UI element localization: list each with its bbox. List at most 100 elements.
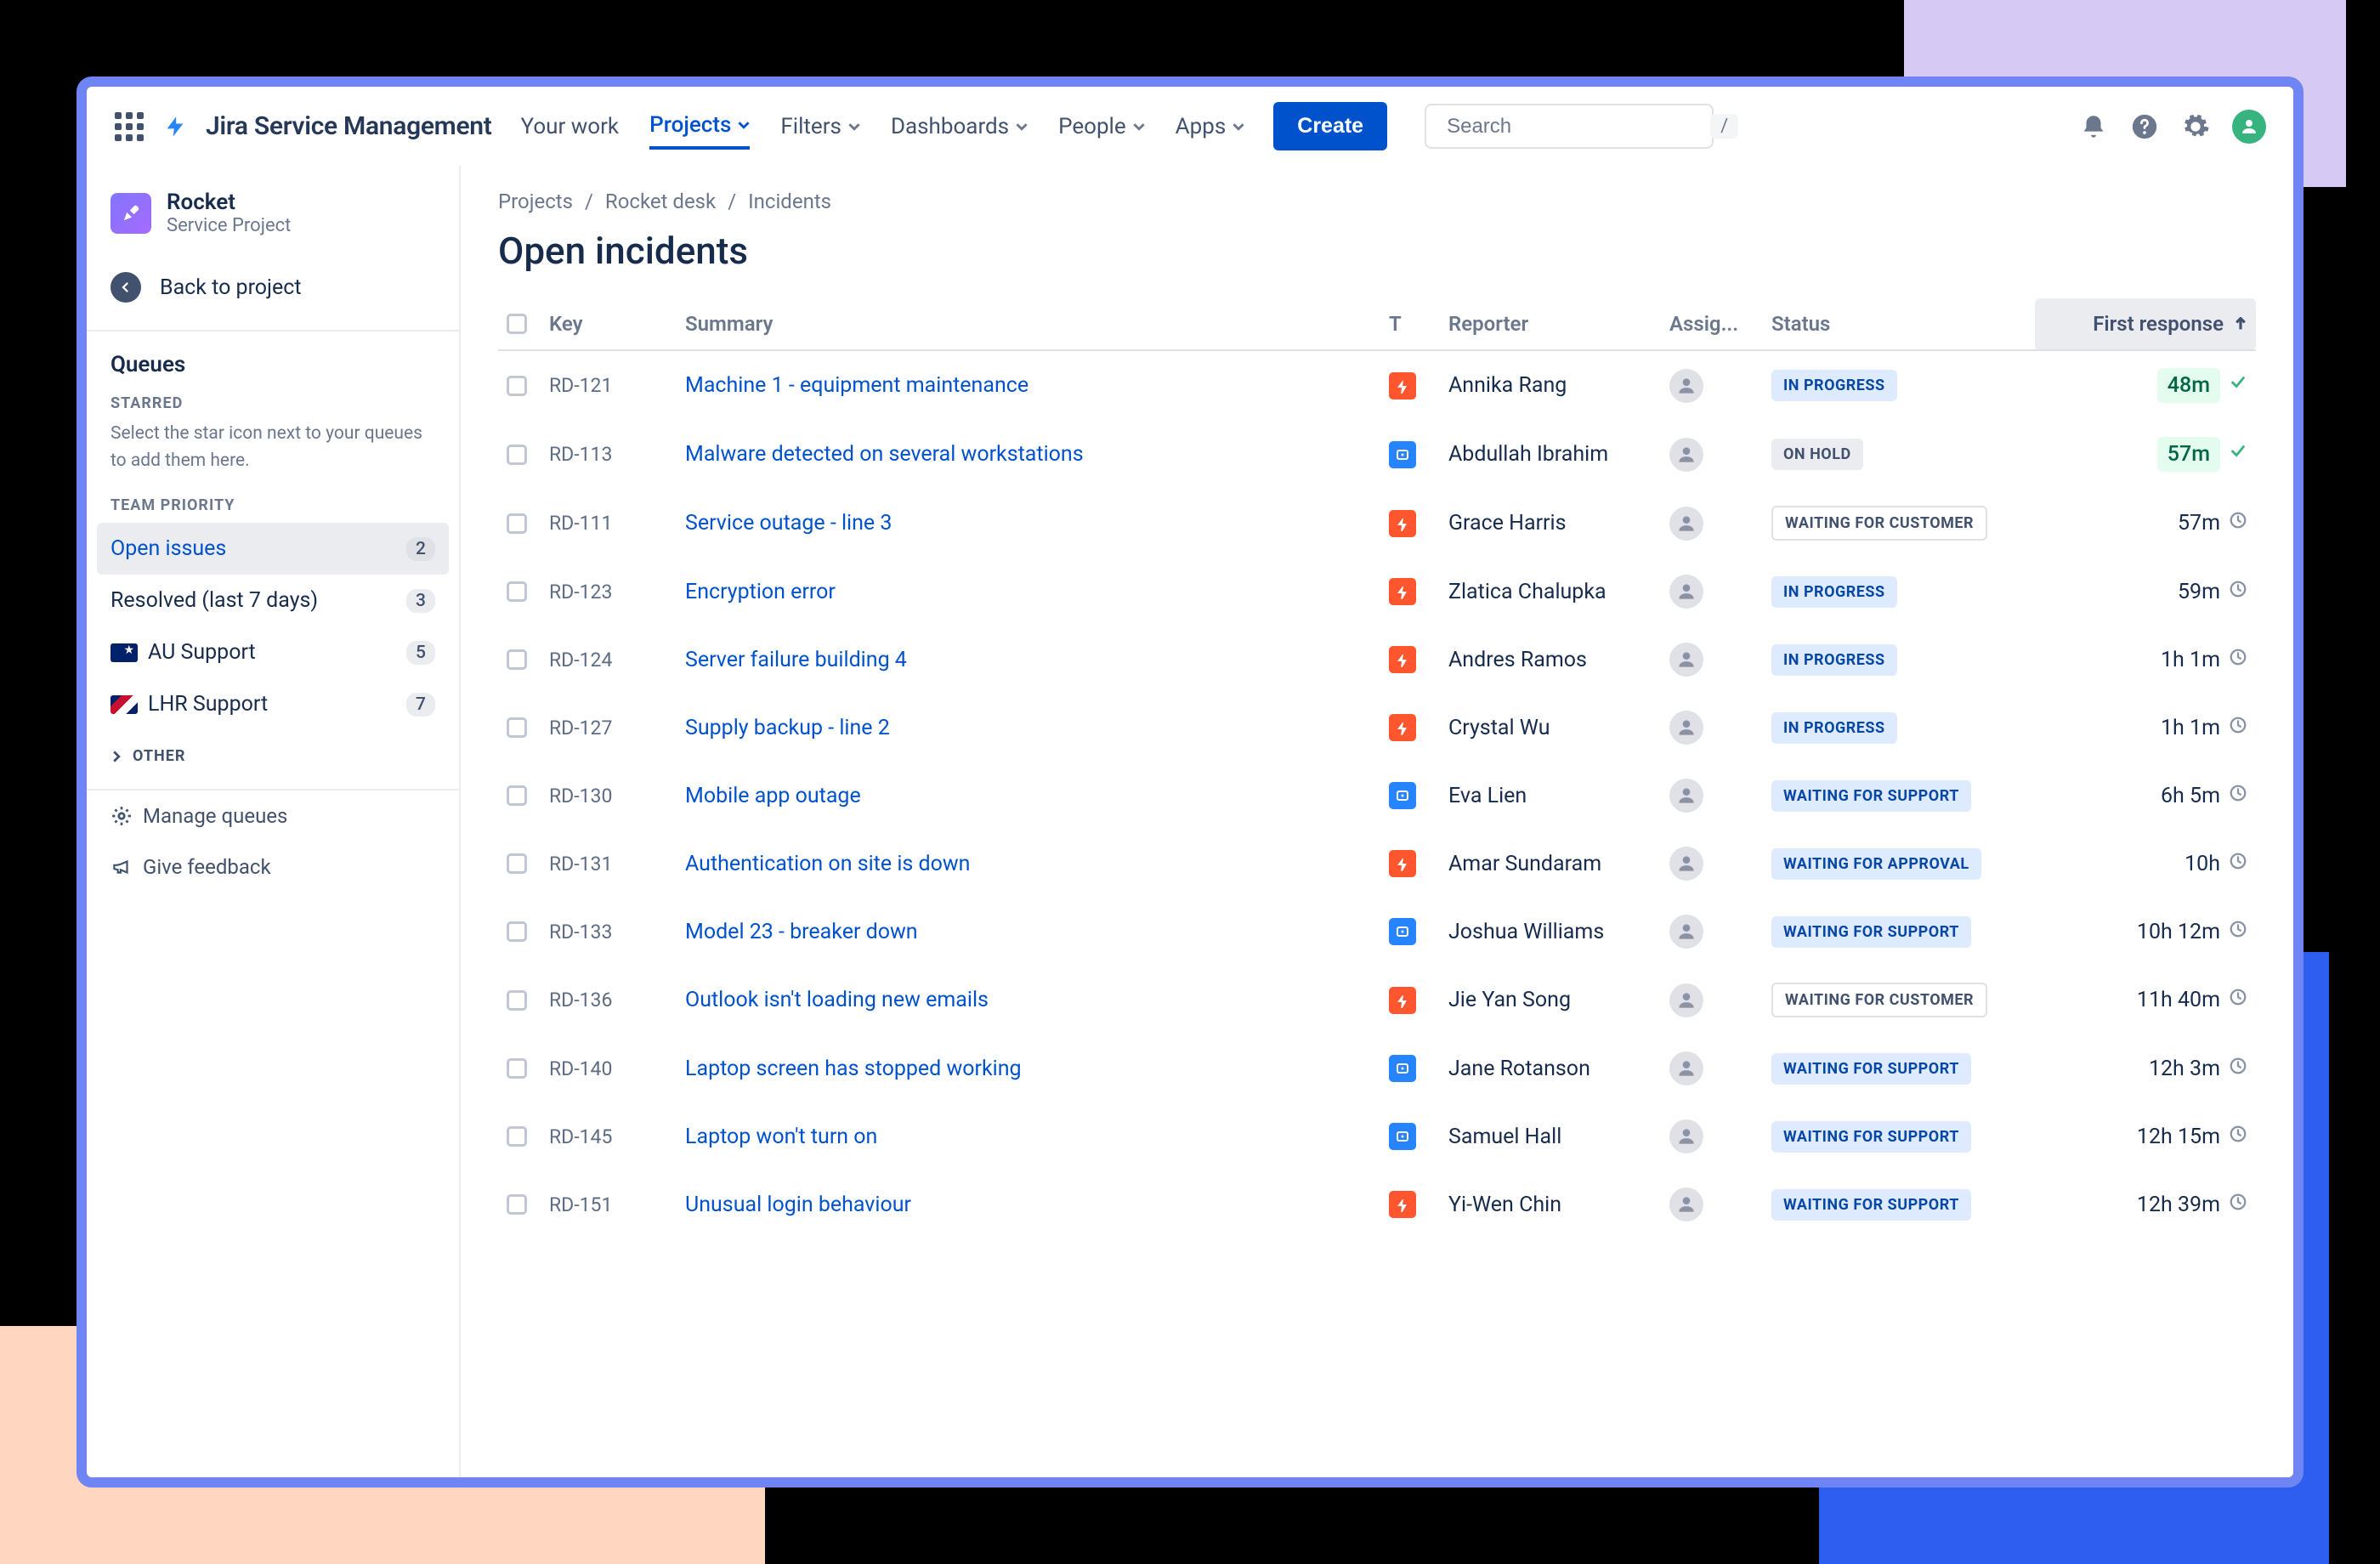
give-feedback[interactable]: Give feedback (87, 842, 459, 892)
status-badge[interactable]: WAITING FOR CUSTOMER (1771, 983, 1987, 1017)
notifications-icon[interactable] (2079, 112, 2108, 141)
issue-summary[interactable]: Laptop won't turn on (685, 1125, 877, 1149)
row-checkbox[interactable] (507, 1194, 527, 1215)
issue-summary[interactable]: Supply backup - line 2 (685, 716, 890, 740)
nav-projects[interactable]: Projects (649, 104, 750, 150)
assignee-avatar[interactable] (1669, 847, 1703, 881)
row-checkbox[interactable] (507, 990, 527, 1011)
status-badge[interactable]: WAITING FOR SUPPORT (1771, 916, 1971, 948)
status-badge[interactable]: WAITING FOR SUPPORT (1771, 1121, 1971, 1153)
issue-summary[interactable]: Mobile app outage (685, 784, 861, 808)
issue-key[interactable]: RD-124 (541, 626, 677, 694)
row-checkbox[interactable] (507, 513, 527, 534)
assignee-avatar[interactable] (1669, 983, 1703, 1017)
assignee-avatar[interactable] (1669, 711, 1703, 745)
nav-your-work[interactable]: Your work (521, 105, 620, 148)
issue-summary[interactable]: Encryption error (685, 580, 836, 604)
search-input[interactable] (1447, 115, 1710, 139)
rocket-icon (110, 193, 151, 234)
issue-key[interactable]: RD-133 (541, 898, 677, 966)
assignee-avatar[interactable] (1669, 1119, 1703, 1153)
issue-summary[interactable]: Unusual login behaviour (685, 1193, 911, 1217)
help-icon[interactable] (2130, 112, 2159, 141)
other-section[interactable]: OTHER (87, 730, 459, 782)
crumb-projects[interactable]: Projects (498, 190, 573, 213)
nav-apps[interactable]: Apps (1176, 105, 1245, 148)
issue-key[interactable]: RD-131 (541, 830, 677, 898)
row-checkbox[interactable] (507, 1126, 527, 1147)
assignee-avatar[interactable] (1669, 1051, 1703, 1085)
row-checkbox[interactable] (507, 853, 527, 874)
row-checkbox[interactable] (507, 785, 527, 806)
col-first-response[interactable]: First response (2035, 298, 2256, 350)
assignee-avatar[interactable] (1669, 1187, 1703, 1221)
issue-summary[interactable]: Laptop screen has stopped working (685, 1057, 1022, 1081)
issue-summary[interactable]: Server failure building 4 (685, 648, 907, 672)
row-checkbox[interactable] (507, 581, 527, 602)
search-box[interactable]: / (1425, 104, 1714, 149)
project-header[interactable]: Rocket Service Project (87, 190, 459, 257)
col-reporter[interactable]: Reporter (1440, 298, 1661, 350)
col-type[interactable]: T (1380, 298, 1440, 350)
issue-summary[interactable]: Authentication on site is down (685, 852, 970, 876)
issue-key[interactable]: RD-113 (541, 420, 677, 489)
app-switcher-icon[interactable] (114, 111, 144, 142)
manage-queues[interactable]: Manage queues (87, 790, 459, 842)
row-checkbox[interactable] (507, 376, 527, 396)
col-assignee[interactable]: Assig... (1661, 298, 1763, 350)
assignee-avatar[interactable] (1669, 369, 1703, 403)
row-checkbox[interactable] (507, 649, 527, 670)
status-badge[interactable]: IN PROGRESS (1771, 712, 1897, 744)
row-checkbox[interactable] (507, 921, 527, 942)
assignee-avatar[interactable] (1669, 438, 1703, 472)
col-summary[interactable]: Summary (677, 298, 1380, 350)
issue-key[interactable]: RD-145 (541, 1102, 677, 1170)
crumb-incidents[interactable]: Incidents (748, 190, 831, 213)
issue-key[interactable]: RD-121 (541, 350, 677, 420)
issue-key[interactable]: RD-123 (541, 558, 677, 626)
assignee-avatar[interactable] (1669, 507, 1703, 541)
select-all-checkbox[interactable] (507, 314, 527, 334)
assignee-avatar[interactable] (1669, 575, 1703, 609)
status-badge[interactable]: IN PROGRESS (1771, 644, 1897, 676)
nav-dashboards[interactable]: Dashboards (891, 105, 1028, 148)
nav-people[interactable]: People (1058, 105, 1145, 148)
issue-summary[interactable]: Malware detected on several workstations (685, 442, 1084, 467)
back-to-project[interactable]: Back to project (87, 257, 459, 326)
col-status[interactable]: Status (1763, 298, 2035, 350)
status-badge[interactable]: WAITING FOR SUPPORT (1771, 1053, 1971, 1085)
status-badge[interactable]: WAITING FOR CUSTOMER (1771, 506, 1987, 541)
status-badge[interactable]: WAITING FOR APPROVAL (1771, 848, 1981, 880)
issue-key[interactable]: RD-136 (541, 966, 677, 1034)
create-button[interactable]: Create (1273, 102, 1387, 150)
issue-summary[interactable]: Model 23 - breaker down (685, 920, 918, 944)
status-badge[interactable]: WAITING FOR SUPPORT (1771, 780, 1971, 812)
issue-summary[interactable]: Machine 1 - equipment maintenance (685, 373, 1028, 398)
queue-item[interactable]: LHR Support 7 (87, 678, 459, 730)
status-badge[interactable]: IN PROGRESS (1771, 576, 1897, 608)
row-checkbox[interactable] (507, 445, 527, 465)
status-badge[interactable]: WAITING FOR SUPPORT (1771, 1189, 1971, 1221)
row-checkbox[interactable] (507, 1058, 527, 1079)
issue-key[interactable]: RD-140 (541, 1034, 677, 1102)
issue-key[interactable]: RD-151 (541, 1170, 677, 1238)
settings-icon[interactable] (2181, 112, 2210, 141)
col-key[interactable]: Key (541, 298, 677, 350)
queue-item[interactable]: Open issues 2 (97, 523, 449, 575)
issue-summary[interactable]: Service outage - line 3 (685, 511, 892, 536)
issue-key[interactable]: RD-111 (541, 489, 677, 558)
queue-item[interactable]: AU Support 5 (87, 626, 459, 678)
nav-filters[interactable]: Filters (780, 105, 860, 148)
status-badge[interactable]: IN PROGRESS (1771, 370, 1897, 401)
queue-item[interactable]: Resolved (last 7 days) 3 (87, 575, 459, 626)
user-avatar[interactable] (2232, 110, 2266, 144)
crumb-rocket-desk[interactable]: Rocket desk (605, 190, 716, 213)
issue-summary[interactable]: Outlook isn't loading new emails (685, 988, 989, 1012)
row-checkbox[interactable] (507, 717, 527, 738)
status-badge[interactable]: ON HOLD (1771, 439, 1863, 470)
assignee-avatar[interactable] (1669, 779, 1703, 813)
assignee-avatar[interactable] (1669, 643, 1703, 677)
assignee-avatar[interactable] (1669, 915, 1703, 949)
issue-key[interactable]: RD-130 (541, 762, 677, 830)
issue-key[interactable]: RD-127 (541, 694, 677, 762)
